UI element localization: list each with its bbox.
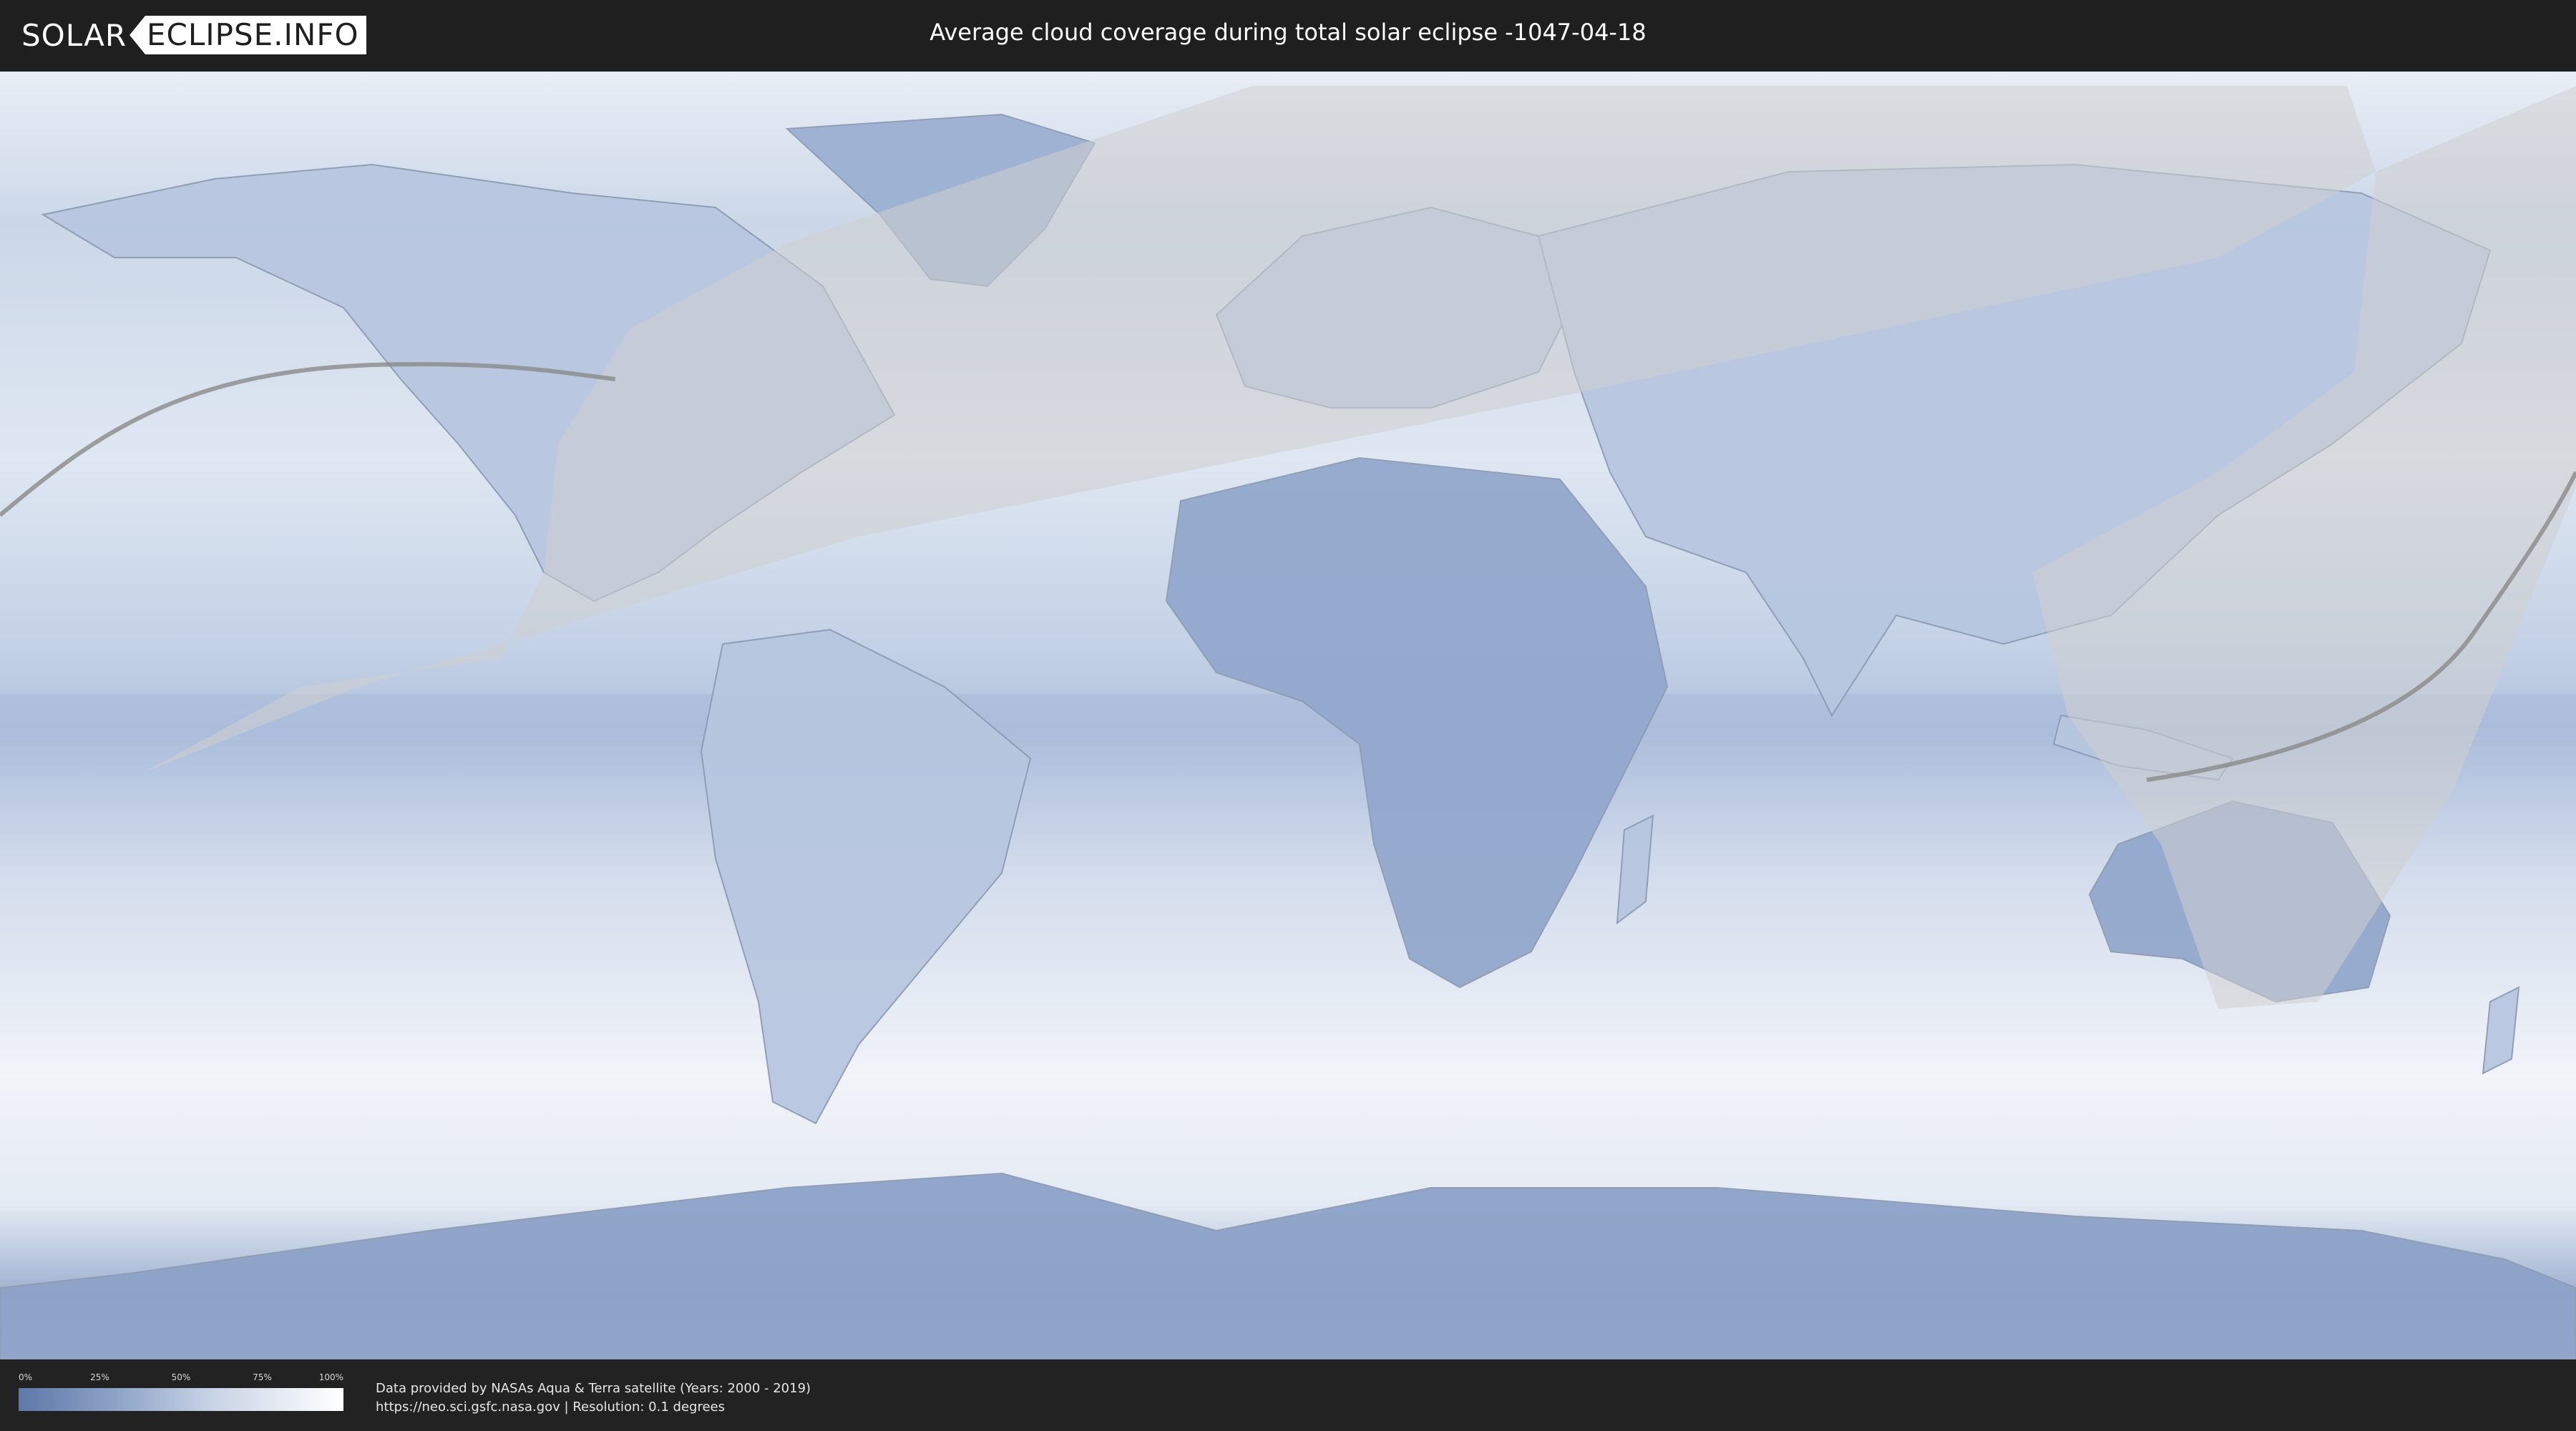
world-map-svg (0, 72, 2576, 1359)
cloud-coverage-map[interactable] (0, 72, 2576, 1359)
credits-url-line[interactable]: https://neo.sci.gsfc.nasa.gov | Resoluti… (376, 1398, 811, 1417)
legend-tick-100: 100% (318, 1372, 343, 1382)
data-credits: Data provided by NASAs Aqua & Terra sate… (376, 1379, 811, 1417)
legend-tick-75: 75% (253, 1372, 272, 1382)
legend-tick-50: 50% (171, 1372, 191, 1382)
legend-color-bar (19, 1388, 343, 1411)
cloud-coverage-legend: 0% 25% 50% 75% 100% (19, 1372, 343, 1411)
footer-bar: 0% 25% 50% 75% 100% Data provided by NAS… (0, 1359, 2576, 1431)
legend-ticks: 0% 25% 50% 75% 100% (19, 1372, 343, 1388)
legend-tick-25: 25% (90, 1372, 109, 1382)
header-bar: SOLAR ECLIPSE.INFO Average cloud coverag… (0, 0, 2576, 72)
page-title: Average cloud coverage during total sola… (930, 19, 1646, 46)
legend-tick-0: 0% (19, 1372, 33, 1382)
credits-source-line: Data provided by NASAs Aqua & Terra sate… (376, 1381, 811, 1396)
